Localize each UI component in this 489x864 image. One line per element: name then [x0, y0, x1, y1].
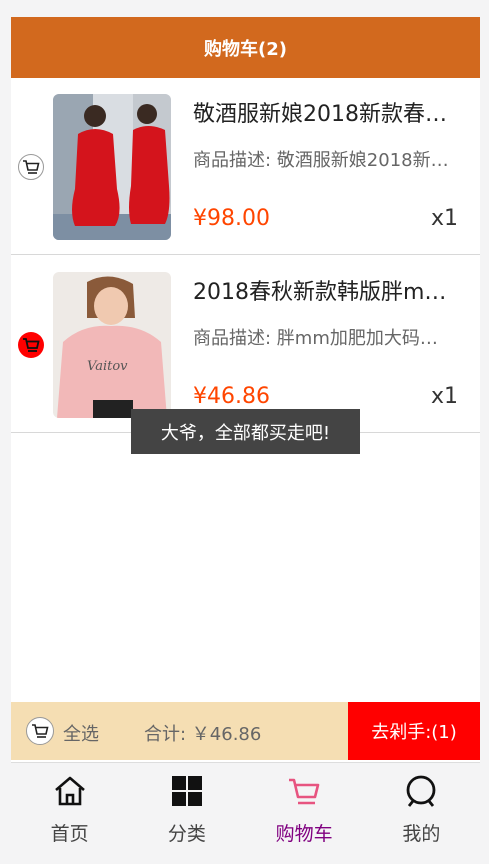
product-description: 商品描述: 敬酒服新娘2018新款春夏季红色一字肩连衣裙	[193, 150, 455, 171]
checkout-button[interactable]: 去剁手:(1)	[348, 702, 480, 760]
product-price: ¥98.00	[193, 206, 270, 231]
profile-icon	[406, 775, 436, 807]
tab-cart[interactable]: 购物车	[246, 763, 363, 851]
toast-message: 大爷，全部都买走吧!	[131, 409, 360, 454]
total-price: 合计: ￥46.86	[144, 724, 262, 745]
cart-icon	[23, 160, 40, 174]
product-title[interactable]: 2018春秋新款韩版胖mm加肥加大码女装卫衣	[193, 274, 455, 306]
cart-icon	[32, 724, 49, 738]
product-quantity: x1	[430, 384, 458, 409]
tab-bar: 首页 分类 购物车 我的	[11, 762, 480, 851]
grid-icon	[171, 776, 202, 806]
product-image[interactable]	[53, 94, 171, 240]
cart-item[interactable]: Vaitov 2018春秋新款韩版胖mm加肥加大码女装卫衣 商品描述: 胖mm加…	[11, 256, 480, 433]
select-all-checkbox[interactable]	[26, 717, 54, 745]
cart-icon	[289, 778, 320, 805]
tab-label: 分类	[167, 823, 206, 845]
tab-label: 我的	[402, 823, 441, 845]
product-description: 商品描述: 胖mm加肥加大码女装卫衣宽松长袖	[193, 328, 455, 349]
home-icon	[54, 776, 85, 806]
checkout-bar: 全选 合计: ￥46.86 去剁手:(1)	[11, 702, 480, 760]
page-title: 购物车(2)	[204, 38, 287, 60]
product-image[interactable]: Vaitov	[53, 272, 171, 418]
tab-home[interactable]: 首页	[11, 763, 128, 851]
svg-text:Vaitov: Vaitov	[87, 359, 128, 374]
select-all-label[interactable]: 全选	[63, 720, 99, 746]
cart-item[interactable]: 敬酒服新娘2018新款春夏季红色一字肩连衣裙 商品描述: 敬酒服新娘2018新款…	[11, 78, 480, 255]
tab-profile[interactable]: 我的	[363, 763, 480, 851]
item-select-checkbox[interactable]	[18, 154, 44, 180]
page-header: 购物车(2)	[11, 17, 480, 78]
cart-page: 购物车(2) 敬酒服新娘2018新款春夏季红色一字肩连衣裙 商品描述: 敬酒服新…	[11, 17, 480, 851]
tab-category[interactable]: 分类	[128, 763, 245, 851]
cart-icon	[23, 338, 40, 352]
item-select-checkbox[interactable]	[18, 332, 44, 358]
tab-label: 购物车	[275, 823, 333, 845]
product-price: ¥46.86	[193, 384, 270, 409]
tab-label: 首页	[50, 823, 89, 845]
product-title[interactable]: 敬酒服新娘2018新款春夏季红色一字肩连衣裙	[193, 96, 455, 128]
product-quantity: x1	[430, 206, 458, 231]
